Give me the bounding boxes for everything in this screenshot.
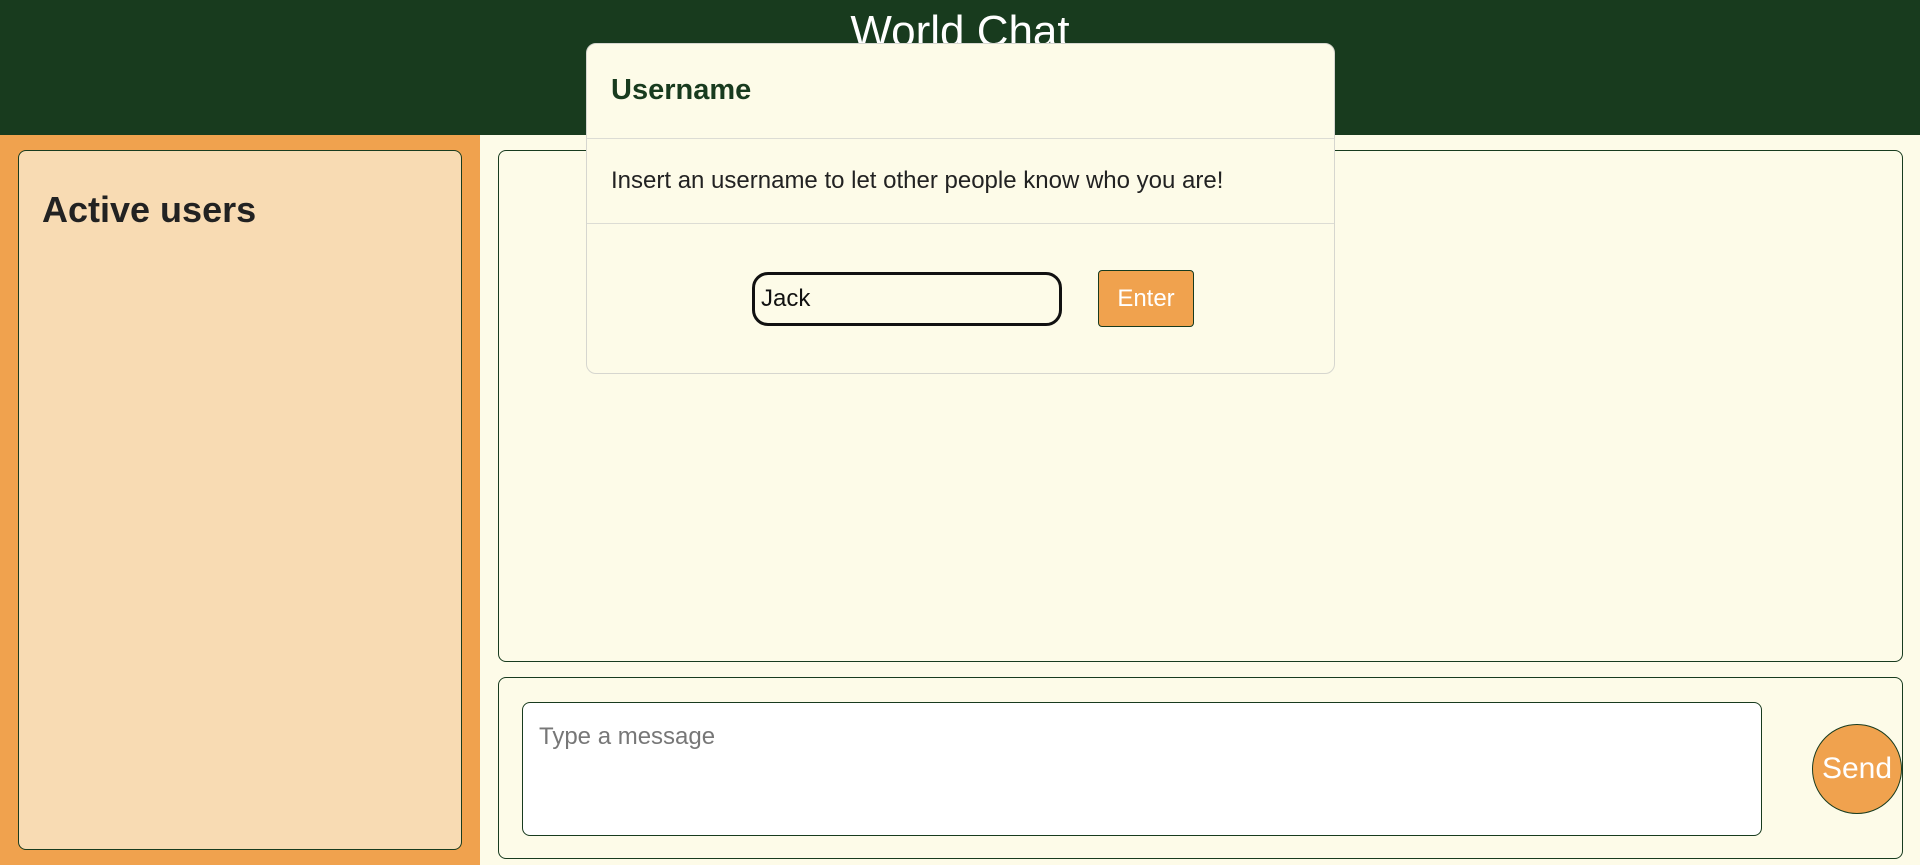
enter-button[interactable]: Enter — [1098, 270, 1194, 327]
send-button[interactable]: Send — [1812, 724, 1902, 814]
composer-panel: Send — [498, 677, 1903, 859]
modal-description: Insert an username to let other people k… — [611, 167, 1224, 194]
username-modal: Username Insert an username to let other… — [586, 43, 1335, 374]
sidebar: Active users — [0, 135, 480, 865]
modal-title: Username — [611, 74, 752, 106]
modal-body: Insert an username to let other people k… — [587, 139, 1334, 224]
message-input[interactable] — [522, 702, 1762, 836]
username-input[interactable] — [752, 272, 1062, 326]
active-users-title: Active users — [42, 189, 257, 230]
active-users-panel: Active users — [18, 150, 462, 850]
modal-header: Username — [587, 44, 1334, 139]
